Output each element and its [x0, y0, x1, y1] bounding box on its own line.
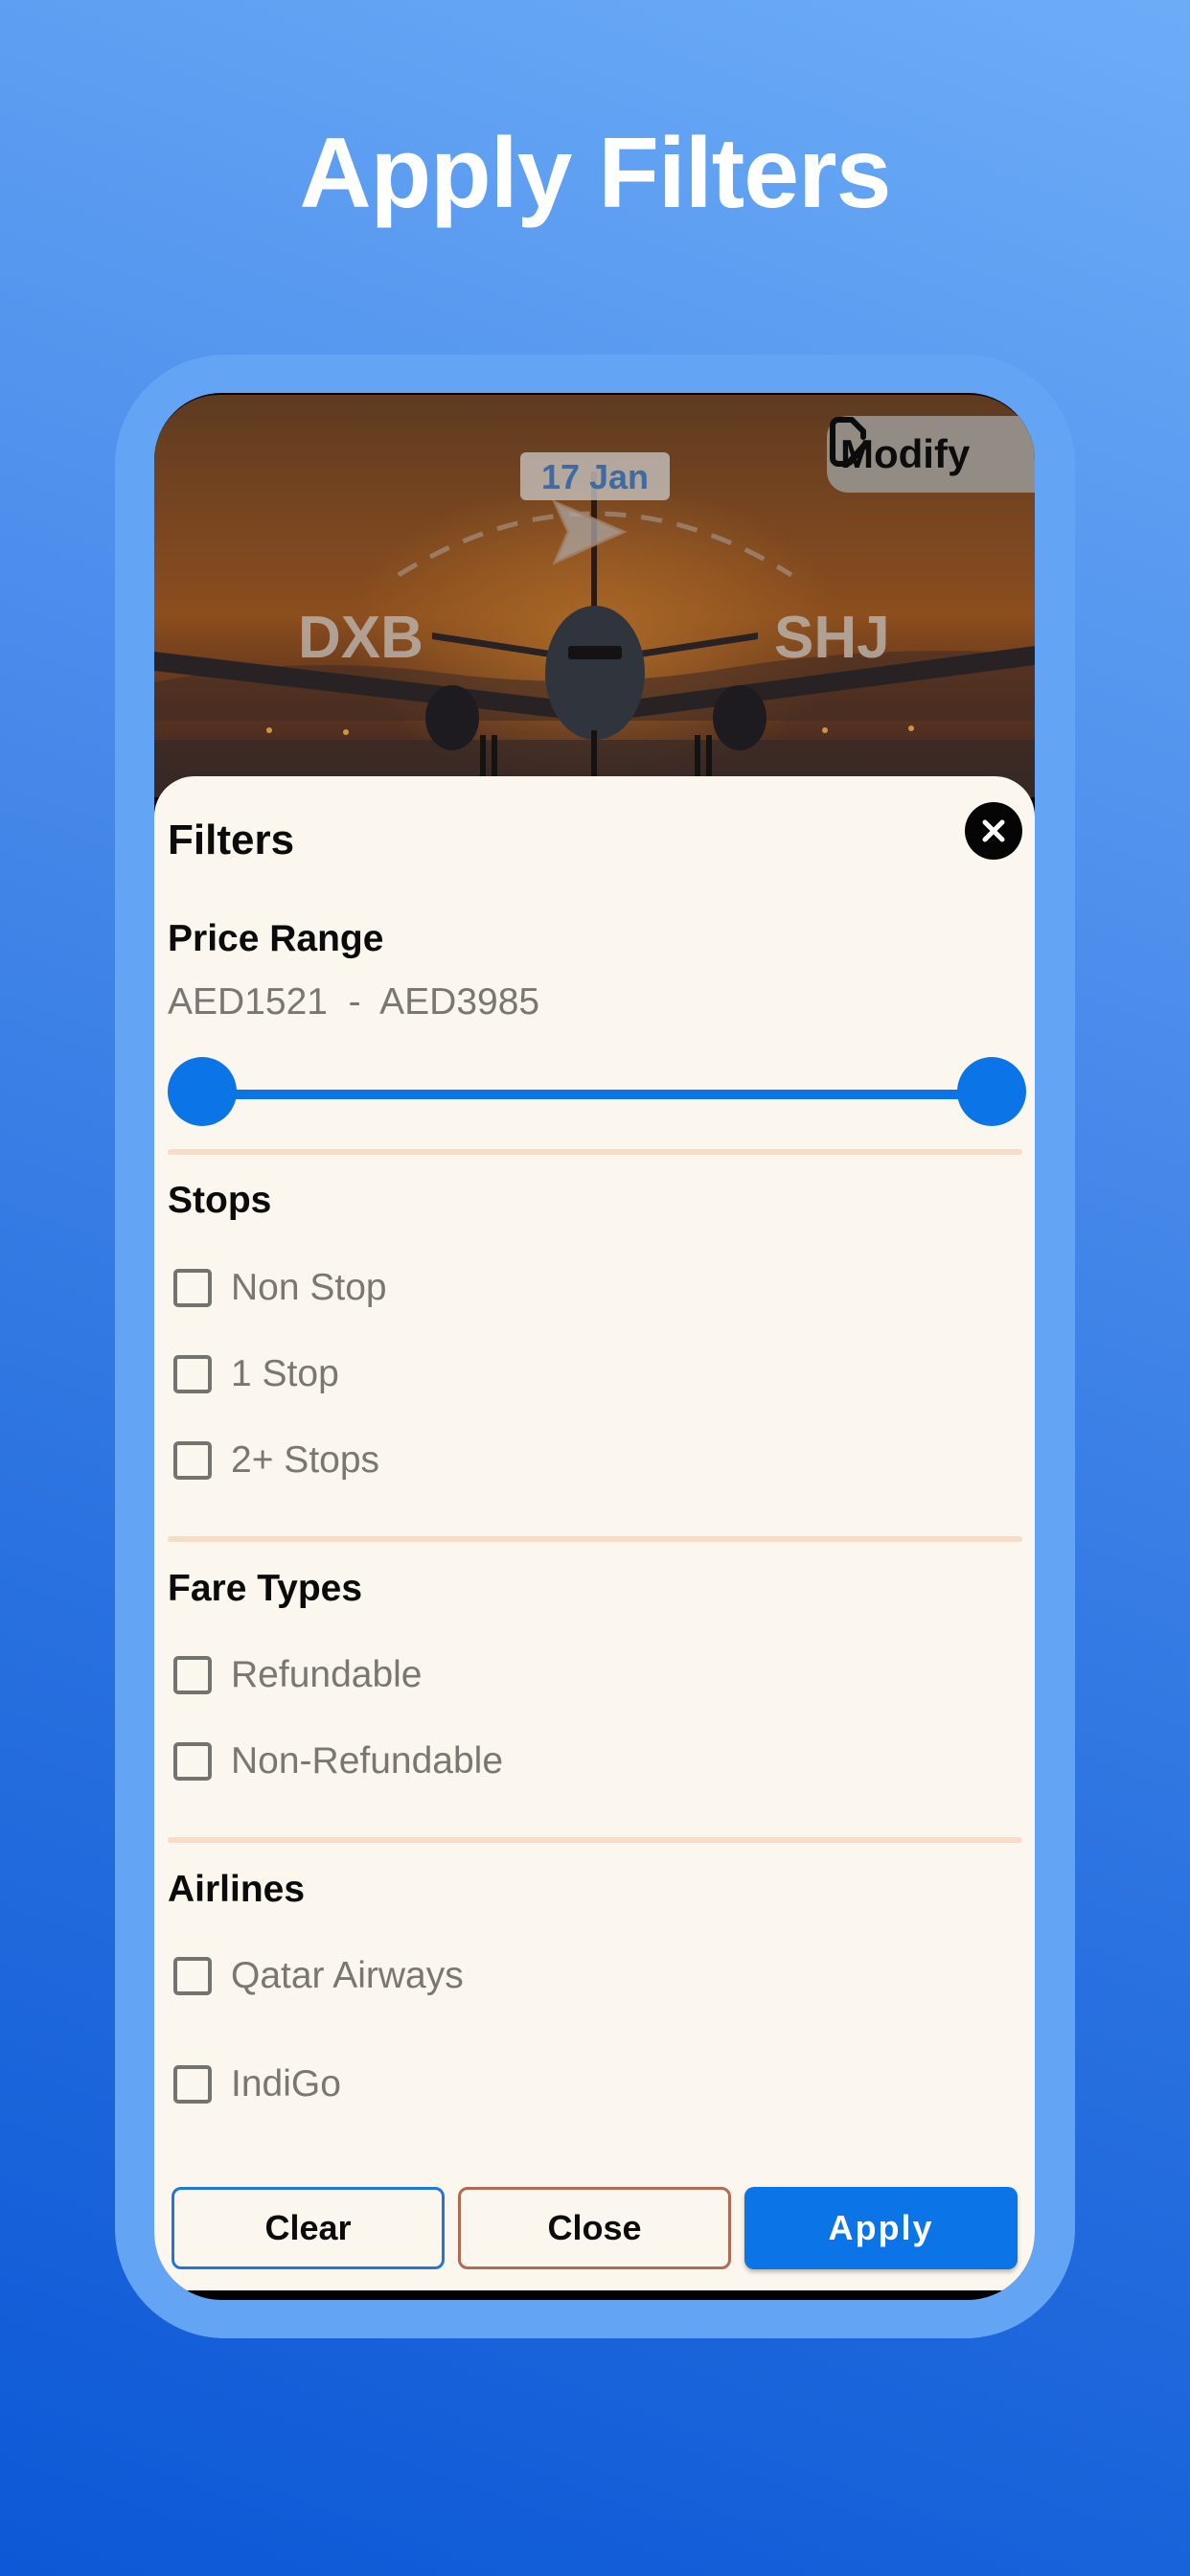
price-range-values: AED1521 - AED3985 [168, 981, 539, 1024]
close-button[interactable]: Close [458, 2187, 731, 2269]
price-range-slider[interactable] [168, 1057, 1026, 1130]
option-label: Non Stop [231, 1267, 387, 1308]
airlines-heading: Airlines [168, 1869, 306, 1910]
checkbox[interactable] [173, 1441, 212, 1480]
option-label: IndiGo [231, 2063, 341, 2104]
hero-banner: DXB SHJ 17 Jan Modify [154, 395, 1035, 797]
price-min: AED1521 [168, 981, 328, 1023]
fare-types-heading: Fare Types [168, 1568, 363, 1609]
slider-max-handle[interactable] [957, 1057, 1026, 1126]
fare-option-refundable[interactable]: Refundable [173, 1654, 423, 1696]
checkbox[interactable] [173, 1269, 212, 1307]
edit-document-icon [830, 417, 869, 467]
slider-track[interactable] [202, 1090, 992, 1099]
phone-screen: DXB SHJ 17 Jan Modify Filters Price Rang… [154, 393, 1035, 2300]
filters-title: Filters [168, 816, 295, 863]
apply-button[interactable]: Apply [744, 2187, 1018, 2269]
filters-sheet: Filters Price Range AED1521 - AED3985 St… [154, 776, 1035, 2290]
stops-option-1-stop[interactable]: 1 Stop [173, 1353, 339, 1395]
checkbox[interactable] [173, 1957, 212, 1995]
stops-option-non-stop[interactable]: Non Stop [173, 1267, 387, 1309]
checkbox[interactable] [173, 1355, 212, 1393]
modify-button[interactable]: Modify [827, 416, 1035, 493]
stops-option-2-plus-stops[interactable]: 2+ Stops [173, 1439, 379, 1482]
option-label: Non-Refundable [231, 1740, 504, 1782]
close-sheet-button[interactable] [965, 802, 1022, 860]
airline-option-qatar-airways[interactable]: Qatar Airways [173, 1955, 464, 1997]
option-label: Qatar Airways [231, 1955, 464, 1996]
price-separator: - [348, 981, 361, 1023]
airline-option-indigo[interactable]: IndiGo [173, 2063, 341, 2105]
price-range-heading: Price Range [168, 918, 384, 959]
close-icon [982, 819, 1005, 842]
option-label: Refundable [231, 1654, 423, 1695]
clear-button[interactable]: Clear [172, 2187, 445, 2269]
option-label: 1 Stop [231, 1353, 339, 1394]
travel-date: 17 Jan [520, 452, 670, 500]
origin-code: DXB [298, 605, 423, 671]
checkbox[interactable] [173, 1656, 212, 1694]
section-divider [168, 1536, 1022, 1542]
checkbox[interactable] [173, 2065, 212, 2104]
section-divider [168, 1837, 1022, 1843]
price-max: AED3985 [379, 981, 540, 1023]
fare-option-non-refundable[interactable]: Non-Refundable [173, 1740, 503, 1782]
stops-heading: Stops [168, 1180, 272, 1221]
promo-title: Apply Filters [299, 118, 892, 229]
checkbox[interactable] [173, 1742, 212, 1781]
destination-code: SHJ [774, 605, 890, 671]
slider-min-handle[interactable] [168, 1057, 237, 1126]
section-divider [168, 1149, 1022, 1155]
option-label: 2+ Stops [231, 1439, 380, 1481]
